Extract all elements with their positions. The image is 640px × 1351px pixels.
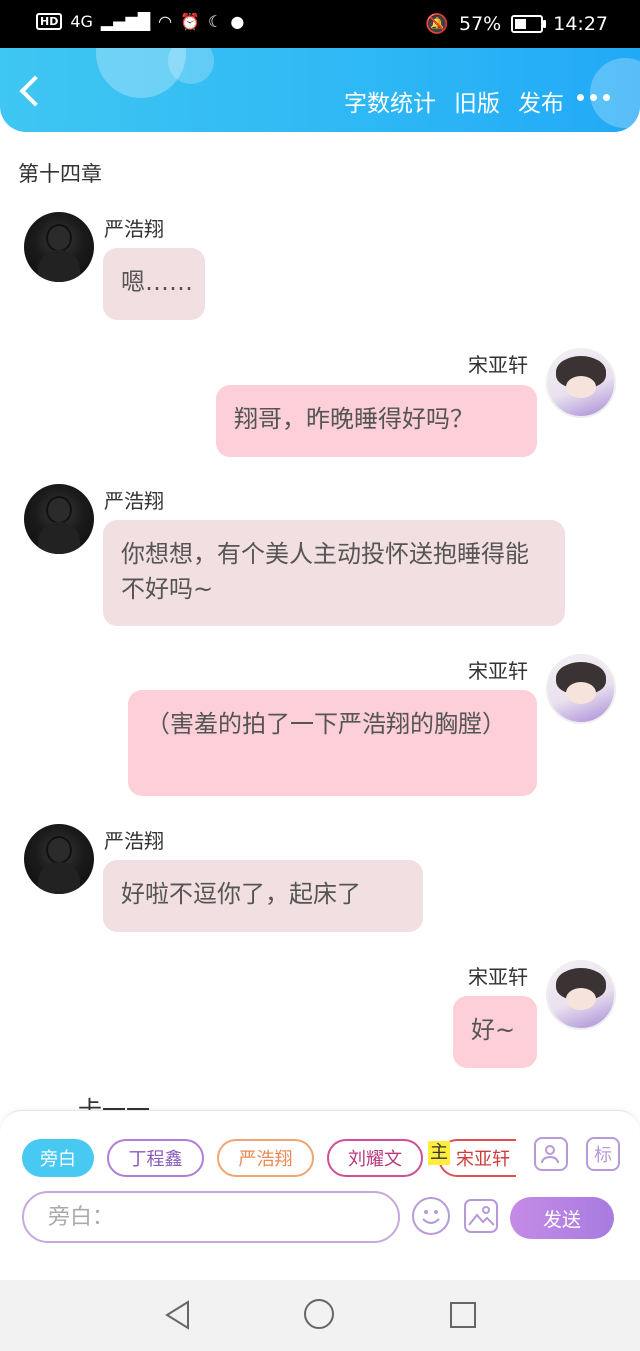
send-button[interactable]: 发送 (510, 1197, 614, 1239)
role-chip-ding-chengxin[interactable]: 丁程鑫 (107, 1139, 204, 1177)
message-bubble[interactable]: （害羞的拍了一下严浩翔的胸膛） (128, 690, 537, 796)
main-role-badge: 主 (428, 1141, 450, 1165)
tag-icon[interactable]: 标 (586, 1137, 620, 1171)
avatar[interactable] (24, 484, 94, 554)
sender-name: 宋亚轩 (468, 659, 528, 683)
battery-percent: 57% (459, 12, 502, 35)
hd-icon: HD (36, 13, 63, 30)
battery-icon (511, 14, 547, 33)
message-bubble[interactable]: 你想想，有个美人主动投怀送抱睡得能不好吗~ (103, 520, 565, 626)
sender-name: 严浩翔 (104, 829, 164, 853)
sender-name: 宋亚轩 (468, 965, 528, 989)
nav-recent-icon[interactable] (450, 1302, 476, 1328)
emoji-icon[interactable] (412, 1197, 450, 1235)
nav-back-icon[interactable] (164, 1300, 192, 1330)
globe-icon: ● (230, 12, 245, 31)
message-input[interactable] (46, 1204, 380, 1231)
status-bar: HD 4G ▂▄▆█ ◠ ⏰ ☾ ● 🔕 57% 14:27 (0, 0, 640, 48)
message-input-box[interactable] (22, 1191, 400, 1243)
avatar[interactable] (24, 212, 94, 282)
role-chip-label: 宋亚轩 (456, 1149, 510, 1170)
avatar[interactable] (546, 654, 616, 724)
message-bubble[interactable]: 好啦不逗你了，起床了 (103, 860, 423, 932)
sender-name: 严浩翔 (104, 489, 164, 513)
message-bubble[interactable]: 翔哥，昨晚睡得好吗？ (216, 385, 537, 457)
message-bubble[interactable]: 嗯…… (103, 248, 205, 320)
moon-icon: ☾ (208, 12, 223, 31)
clock: 14:27 (553, 12, 608, 35)
old-version-button[interactable]: 旧版 (454, 84, 500, 118)
publish-button[interactable]: 发布 (518, 84, 564, 118)
word-count-button[interactable]: 字数统计 (344, 84, 436, 118)
wifi-icon: ◠ (158, 12, 173, 31)
image-icon[interactable] (464, 1199, 498, 1233)
back-arrow-icon[interactable] (19, 75, 51, 107)
role-chip-liu-yaowen[interactable]: 刘耀文 (327, 1139, 423, 1177)
chapter-title: 第十四章 (18, 162, 102, 186)
top-toolbar: 字数统计 旧版 发布 (0, 48, 640, 132)
sender-name: 宋亚轩 (468, 353, 528, 377)
mute-icon: 🔕 (425, 13, 449, 35)
signal-icon: ▂▄▆█ (100, 12, 151, 31)
role-chip-narration[interactable]: 旁白 (22, 1139, 94, 1177)
nav-home-icon[interactable] (304, 1299, 334, 1329)
network-label: 4G (70, 12, 93, 31)
message-bubble[interactable]: 好~ (453, 996, 537, 1068)
avatar[interactable] (24, 824, 94, 894)
alarm-icon: ⏰ (180, 12, 201, 31)
more-icon[interactable] (577, 94, 610, 101)
system-nav-bar (0, 1280, 640, 1351)
sender-name: 严浩翔 (104, 217, 164, 241)
avatar[interactable] (546, 960, 616, 1030)
avatar[interactable] (546, 348, 616, 418)
role-manage-icon[interactable] (534, 1137, 568, 1171)
composer-panel: 旁白 丁程鑫 严浩翔 刘耀文 宋亚轩 主 标 发送 (0, 1110, 640, 1281)
role-chip-yan-haoxiang[interactable]: 严浩翔 (217, 1139, 314, 1177)
